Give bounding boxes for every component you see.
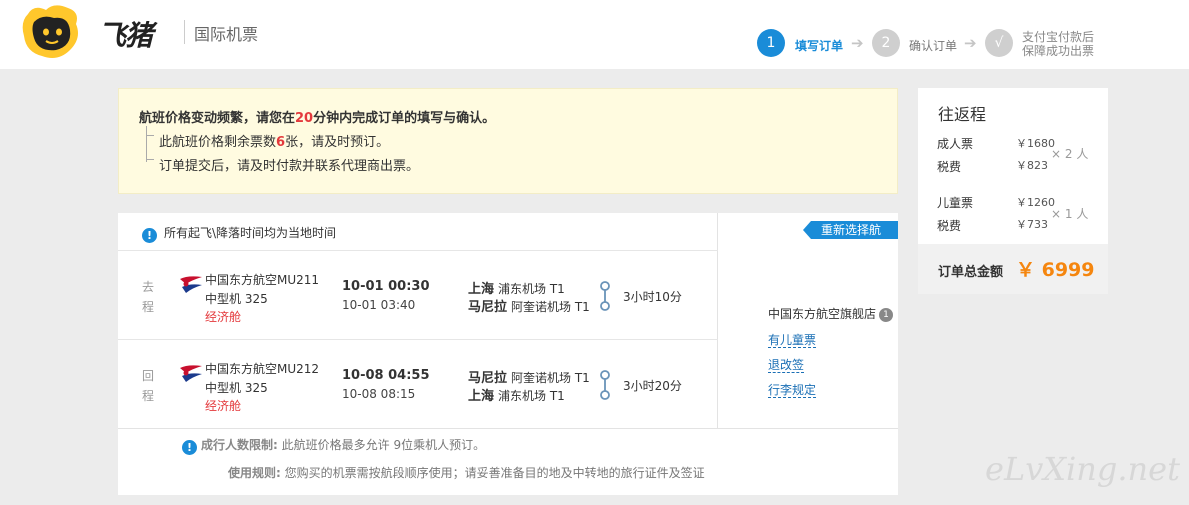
- arrival-time: 10-08 08:15: [342, 387, 416, 401]
- trip-tag: 去程: [142, 280, 155, 314]
- brand-divider: [184, 20, 185, 44]
- rebook-flight-button[interactable]: 重新选择航班: [803, 221, 898, 255]
- china-eastern-logo-icon: [180, 276, 202, 293]
- usage-rules-text: 您购买的机票需按航段顺序使用；请妥善准备目的地及中转地的旅行证件及签证: [284, 466, 705, 480]
- order-total-label: 订单总金额: [938, 265, 1004, 280]
- progress-steps: 1 填写订单 ➔ 2 确认订单 ➔ √ 支付宝付款后 保障成功出票: [757, 28, 1177, 58]
- refund-change-link[interactable]: 退改签: [768, 358, 805, 373]
- airline-store-name: 中国东方航空旗舰店: [768, 307, 877, 321]
- passenger-limit-note: ! 成行人数限制: 此航班价格最多允许 9位乘机人预订。: [182, 436, 485, 455]
- passenger-limit-label: 成行人数限制:: [201, 438, 278, 452]
- info-icon: !: [182, 440, 197, 455]
- notice-line-seats: 此航班价格剩余票数6张，请及时预订。: [159, 131, 389, 150]
- fliggy-logo-icon[interactable]: [20, 4, 82, 60]
- order-total-value: ￥ 6999: [1016, 259, 1095, 281]
- departure-airport: 马尼拉 阿奎诺机场 T1: [468, 367, 590, 386]
- adult-ticket-label: 成人票: [937, 137, 974, 151]
- section-title: 国际机票: [194, 25, 259, 44]
- arrival-airport-name: 阿奎诺机场 T1: [511, 300, 590, 314]
- notice-minutes: 20: [295, 111, 314, 126]
- notice-main-prefix: 航班价格变动频繁，请您在: [139, 111, 296, 126]
- airline-name: 中国东方航空MU211: [205, 273, 320, 287]
- china-eastern-logo-icon: [180, 365, 202, 382]
- info-icon: !: [142, 228, 157, 243]
- notice-line-payment: 订单提交后，请及时付款并联系代理商出票。: [159, 159, 420, 174]
- step-2-label: 确认订单: [909, 39, 958, 53]
- step-3-check-icon: √: [985, 29, 1013, 57]
- brand-name: 飞猪: [98, 19, 153, 52]
- departure-airport: 上海 浦东机场 T1: [468, 278, 565, 297]
- cabin-class: 经济舱: [205, 310, 242, 324]
- order-total-box: 订单总金额 ￥ 6999: [918, 244, 1108, 294]
- price-summary-panel: 往返程 成人票 ￥1680 税费 ￥823 × 2 人 儿童票 ￥1260 税费…: [918, 88, 1108, 294]
- arrival-city: 上海: [468, 389, 495, 404]
- cabin-class: 经济舱: [205, 399, 242, 413]
- top-header: 飞猪 国际机票 1 填写订单 ➔ 2 确认订单 ➔ √ 支付宝付款后 保障成功出…: [0, 0, 1189, 69]
- timezone-note: ! 所有起飞\降落时间均为当地时间: [142, 224, 336, 243]
- departure-city: 马尼拉: [468, 371, 508, 386]
- step-3-label: 支付宝付款后 保障成功出票: [1022, 30, 1094, 58]
- child-ticket-price: ￥1260: [1016, 196, 1055, 209]
- departure-time: 10-01 00:30: [342, 279, 430, 294]
- return-flight-row: 回程 中国东方航空MU212 中型机 325 经济舱 10-08 04:55 1…: [118, 340, 718, 428]
- step-1-label: 填写订单: [795, 39, 844, 53]
- airline-name: 中国东方航空MU212: [205, 362, 320, 376]
- card-divider: [118, 428, 898, 429]
- notice-main-text: 航班价格变动频繁，请您在20分钟内完成订单的填写与确认。: [139, 107, 495, 126]
- price-change-notice: 航班价格变动频繁，请您在20分钟内完成订单的填写与确认。 此航班价格剩余票数6张…: [118, 88, 898, 194]
- usage-rules-label: 使用规则:: [228, 466, 281, 480]
- flight-duration: 3小时20分: [623, 379, 682, 393]
- adult-count: × 2 人: [1051, 147, 1089, 161]
- adult-tax-label: 税费: [937, 160, 962, 174]
- timezone-note-text: 所有起飞\降落时间均为当地时间: [164, 226, 337, 240]
- child-tax-label: 税费: [937, 219, 962, 233]
- child-count: × 1 人: [1051, 207, 1089, 221]
- step-2-circle: 2: [872, 29, 900, 57]
- arrival-airport-name: 浦东机场 T1: [498, 389, 565, 403]
- step-1-circle: 1: [757, 29, 785, 57]
- notice-main-suffix: 分钟内完成订单的填写与确认。: [313, 111, 496, 126]
- arrival-airport: 马尼拉 阿奎诺机场 T1: [468, 296, 590, 315]
- child-ticket-link[interactable]: 有儿童票: [768, 333, 817, 348]
- route-line-icon: [600, 370, 610, 400]
- price-panel-title: 往返程: [938, 105, 987, 124]
- arrival-city: 马尼拉: [468, 300, 508, 315]
- store-badge-icon: 1: [879, 308, 894, 322]
- arrival-time: 10-01 03:40: [342, 298, 416, 312]
- arrival-airport: 上海 浦东机场 T1: [468, 385, 565, 404]
- notice-seats-suffix: 张，请及时预订。: [285, 135, 390, 150]
- site-watermark: eLvXing.net: [985, 450, 1180, 488]
- passenger-limit-text: 此航班价格最多允许 9位乘机人预订。: [281, 438, 486, 452]
- usage-rules-note: 使用规则: 您购买的机票需按航段顺序使用；请妥善准备目的地及中转地的旅行证件及签…: [228, 464, 705, 481]
- adult-ticket-price: ￥1680: [1016, 137, 1055, 150]
- departure-airport-name: 阿奎诺机场 T1: [511, 371, 590, 385]
- arrow-right-icon: ➔: [851, 34, 864, 52]
- step-3-label-line1: 支付宝付款后: [1022, 30, 1095, 44]
- adult-tax-value: ￥823: [1016, 159, 1048, 172]
- flight-duration: 3小时10分: [623, 290, 682, 304]
- airline-store[interactable]: 中国东方航空旗舰店 1: [768, 305, 894, 322]
- notice-tree-lines: [146, 126, 154, 162]
- notice-seats-prefix: 此航班价格剩余票数: [159, 135, 277, 150]
- departure-airport-name: 浦东机场 T1: [498, 282, 565, 296]
- departure-time: 10-08 04:55: [342, 368, 430, 383]
- plane-type: 中型机 325: [205, 292, 268, 306]
- child-ticket-label: 儿童票: [937, 196, 974, 210]
- flight-details-card: ! 所有起飞\降落时间均为当地时间 重新选择航班 去程 中国东方航空MU211 中…: [118, 213, 898, 495]
- child-tax-value: ￥733: [1016, 218, 1048, 231]
- step-3-label-line2: 保障成功出票: [1022, 44, 1095, 58]
- route-line-icon: [600, 281, 610, 311]
- notice-seat-count: 6: [276, 135, 286, 150]
- outbound-flight-row: 去程 中国东方航空MU211 中型机 325 经济舱 10-01 00:30 1…: [118, 251, 718, 339]
- arrow-right-icon: ➔: [964, 34, 977, 52]
- plane-type: 中型机 325: [205, 381, 268, 395]
- trip-tag: 回程: [142, 369, 155, 403]
- baggage-rules-link[interactable]: 行李规定: [768, 383, 817, 398]
- departure-city: 上海: [468, 282, 495, 297]
